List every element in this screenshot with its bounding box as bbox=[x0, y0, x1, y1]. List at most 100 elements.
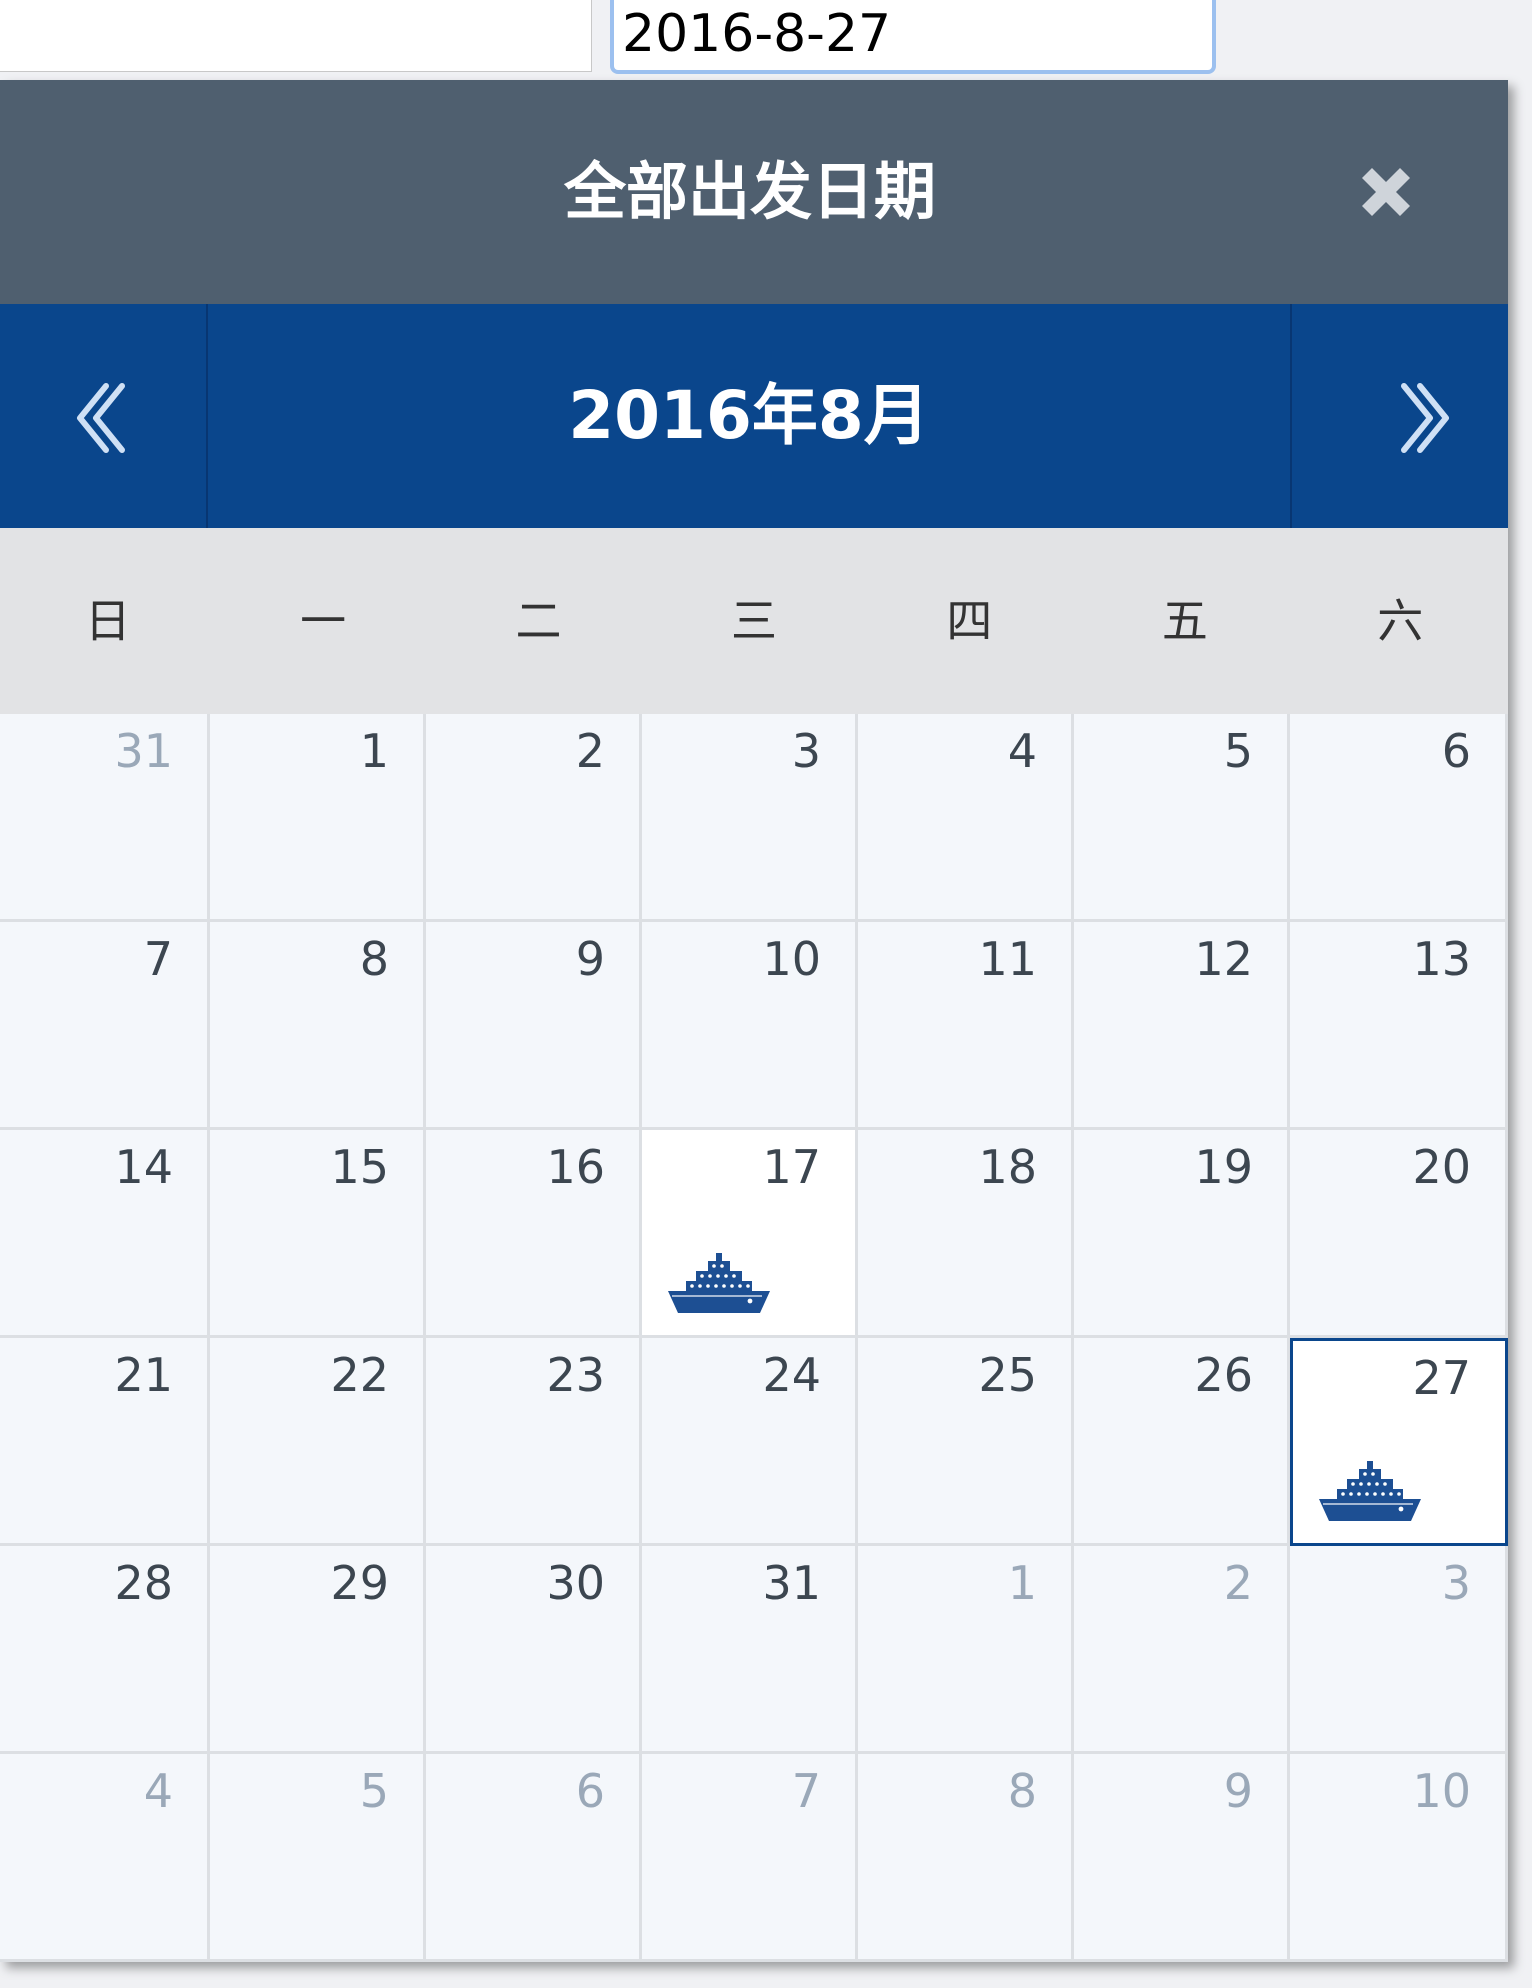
day-cell[interactable]: 25 bbox=[858, 1338, 1074, 1546]
day-cell[interactable]: 23 bbox=[426, 1338, 642, 1546]
day-number: 2 bbox=[1223, 1556, 1253, 1610]
day-number: 7 bbox=[143, 932, 173, 986]
day-cell[interactable]: 28 bbox=[0, 1546, 210, 1754]
day-number: 3 bbox=[791, 724, 821, 778]
day-cell[interactable]: 13 bbox=[1290, 922, 1508, 1130]
day-cell[interactable]: 1 bbox=[210, 714, 426, 922]
prev-month-button[interactable] bbox=[0, 304, 208, 528]
day-number: 31 bbox=[114, 724, 173, 778]
day-number: 25 bbox=[978, 1348, 1037, 1402]
day-cell[interactable]: 26 bbox=[1074, 1338, 1290, 1546]
day-cell[interactable]: 2 bbox=[1074, 1546, 1290, 1754]
day-cell[interactable]: 8 bbox=[858, 1754, 1074, 1962]
day-number: 8 bbox=[1007, 1764, 1037, 1818]
weekday-header: 日 一 二 三 四 五 六 bbox=[0, 528, 1508, 714]
date-picker-popup: 全部出发日期 2016年8月 日 一 二 三 四 五 六 31 1 2 3 4 … bbox=[0, 80, 1508, 1962]
weekday-label: 日 bbox=[84, 594, 131, 648]
day-cell[interactable]: 9 bbox=[1074, 1754, 1290, 1962]
weekday-label: 三 bbox=[730, 594, 777, 648]
day-number: 26 bbox=[1194, 1348, 1253, 1402]
day-number: 17 bbox=[762, 1140, 821, 1194]
day-number: 22 bbox=[330, 1348, 389, 1402]
day-cell[interactable]: 31 bbox=[0, 714, 210, 922]
day-number: 4 bbox=[1007, 724, 1037, 778]
day-number: 15 bbox=[330, 1140, 389, 1194]
current-month-label: 2016年8月 bbox=[568, 377, 930, 454]
calendar-header: 全部出发日期 bbox=[0, 80, 1508, 304]
day-number: 18 bbox=[978, 1140, 1037, 1194]
day-number: 1 bbox=[359, 724, 389, 778]
day-cell[interactable]: 6 bbox=[426, 1754, 642, 1962]
day-number: 3 bbox=[1441, 1556, 1471, 1610]
day-number: 7 bbox=[791, 1764, 821, 1818]
day-number: 6 bbox=[1441, 724, 1471, 778]
day-cell[interactable]: 2 bbox=[426, 714, 642, 922]
day-number: 10 bbox=[762, 932, 821, 986]
cruise-ship-icon bbox=[1315, 1461, 1425, 1525]
day-number: 10 bbox=[1412, 1764, 1471, 1818]
day-cell[interactable]: 3 bbox=[1290, 1546, 1508, 1754]
departure-day-cell[interactable]: 17 bbox=[642, 1130, 858, 1338]
day-cell[interactable]: 15 bbox=[210, 1130, 426, 1338]
day-cell[interactable]: 21 bbox=[0, 1338, 210, 1546]
day-cell[interactable]: 14 bbox=[0, 1130, 210, 1338]
day-number: 5 bbox=[359, 1764, 389, 1818]
day-number: 5 bbox=[1223, 724, 1253, 778]
day-cell[interactable]: 7 bbox=[0, 922, 210, 1130]
day-cell[interactable]: 8 bbox=[210, 922, 426, 1130]
day-number: 9 bbox=[575, 932, 605, 986]
day-cell[interactable]: 1 bbox=[858, 1546, 1074, 1754]
day-number: 8 bbox=[359, 932, 389, 986]
day-number: 9 bbox=[1223, 1764, 1253, 1818]
day-number: 13 bbox=[1412, 932, 1471, 986]
selected-day-cell[interactable]: 27 bbox=[1290, 1338, 1508, 1546]
day-number: 12 bbox=[1194, 932, 1253, 986]
cruise-ship-icon bbox=[664, 1253, 774, 1317]
day-cell[interactable]: 29 bbox=[210, 1546, 426, 1754]
day-cell[interactable]: 18 bbox=[858, 1130, 1074, 1338]
day-number: 16 bbox=[546, 1140, 605, 1194]
day-number: 4 bbox=[143, 1764, 173, 1818]
day-cell[interactable]: 30 bbox=[426, 1546, 642, 1754]
weekday-label: 六 bbox=[1377, 594, 1424, 648]
weekday-label: 五 bbox=[1161, 594, 1208, 648]
double-chevron-left-icon bbox=[77, 383, 125, 453]
day-cell[interactable]: 4 bbox=[858, 714, 1074, 922]
day-cell[interactable]: 20 bbox=[1290, 1130, 1508, 1338]
destination-input[interactable] bbox=[0, 0, 592, 72]
day-number: 21 bbox=[114, 1348, 173, 1402]
day-number: 24 bbox=[762, 1348, 821, 1402]
day-cell[interactable]: 10 bbox=[1290, 1754, 1508, 1962]
day-cell[interactable]: 3 bbox=[642, 714, 858, 922]
calendar-title: 全部出发日期 bbox=[563, 155, 936, 228]
day-cell[interactable]: 19 bbox=[1074, 1130, 1290, 1338]
day-number: 2 bbox=[575, 724, 605, 778]
day-number: 1 bbox=[1007, 1556, 1037, 1610]
day-cell[interactable]: 5 bbox=[1074, 714, 1290, 922]
day-cell[interactable]: 22 bbox=[210, 1338, 426, 1546]
day-cell[interactable]: 10 bbox=[642, 922, 858, 1130]
next-month-button[interactable] bbox=[1290, 304, 1508, 528]
day-cell[interactable]: 31 bbox=[642, 1546, 858, 1754]
close-button[interactable] bbox=[1350, 156, 1422, 228]
day-cell[interactable]: 16 bbox=[426, 1130, 642, 1338]
search-bar: 2016-8-27 bbox=[0, 0, 1532, 80]
day-number: 19 bbox=[1194, 1140, 1253, 1194]
day-cell[interactable]: 6 bbox=[1290, 714, 1508, 922]
departure-date-input[interactable]: 2016-8-27 bbox=[610, 0, 1216, 74]
day-number: 23 bbox=[546, 1348, 605, 1402]
day-cell[interactable]: 11 bbox=[858, 922, 1074, 1130]
day-number: 29 bbox=[330, 1556, 389, 1610]
day-number: 14 bbox=[114, 1140, 173, 1194]
close-icon bbox=[1362, 168, 1410, 216]
double-chevron-right-icon bbox=[1401, 383, 1449, 453]
day-cell[interactable]: 12 bbox=[1074, 922, 1290, 1130]
day-cell[interactable]: 5 bbox=[210, 1754, 426, 1962]
day-number: 6 bbox=[575, 1764, 605, 1818]
day-number: 28 bbox=[114, 1556, 173, 1610]
day-cell[interactable]: 4 bbox=[0, 1754, 210, 1962]
day-cell[interactable]: 9 bbox=[426, 922, 642, 1130]
day-cell[interactable]: 24 bbox=[642, 1338, 858, 1546]
day-number: 11 bbox=[978, 932, 1037, 986]
day-cell[interactable]: 7 bbox=[642, 1754, 858, 1962]
